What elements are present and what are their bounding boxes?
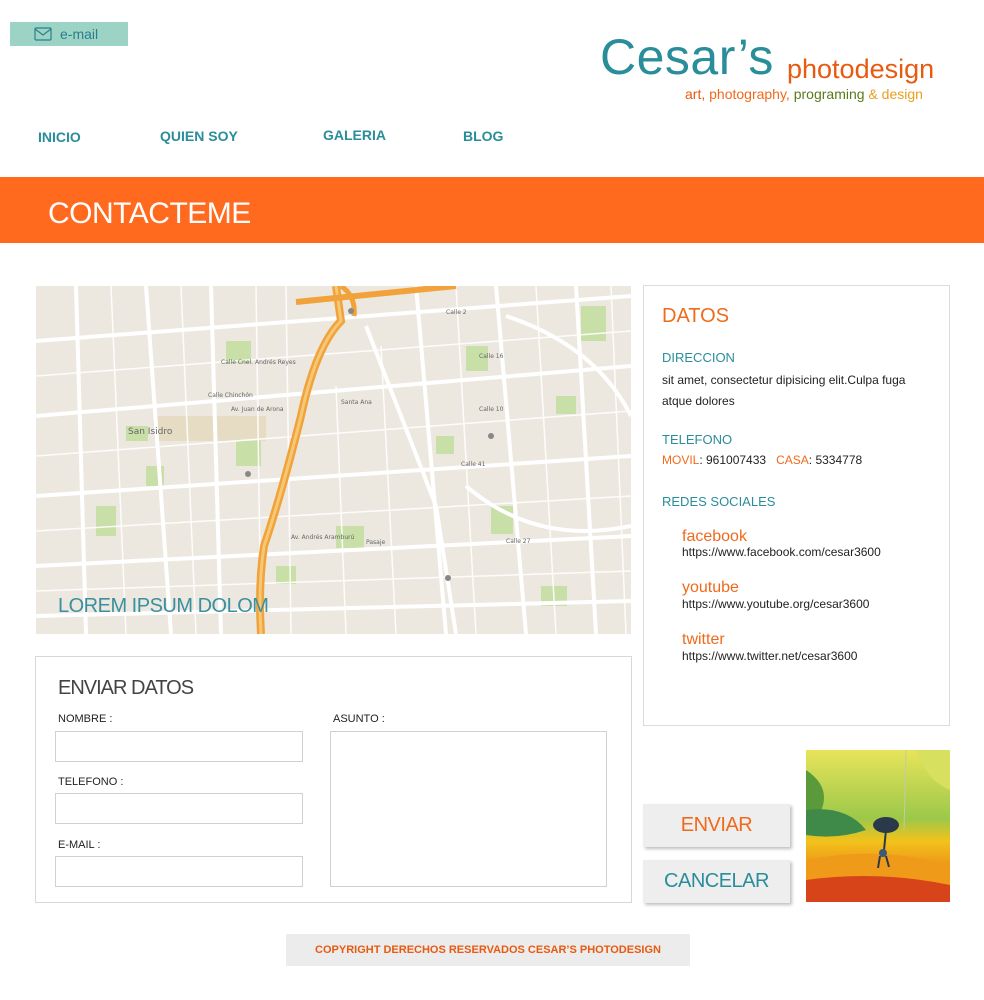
cancelar-button[interactable]: CANCELAR bbox=[643, 860, 790, 903]
svg-text:Calle 41: Calle 41 bbox=[461, 461, 486, 468]
svg-text:Calle Cnel. Andrés Reyes: Calle Cnel. Andrés Reyes bbox=[221, 359, 296, 366]
email-field-label: E-MAIL : bbox=[58, 839, 101, 851]
email-label: e-mail bbox=[60, 26, 99, 42]
asunto-textarea[interactable] bbox=[330, 731, 607, 887]
direccion-label: DIRECCION bbox=[662, 350, 735, 365]
svg-text:Calle 10: Calle 10 bbox=[479, 406, 504, 413]
svg-text:Av. Andrés Aramburú: Av. Andrés Aramburú bbox=[291, 534, 355, 541]
tagline-programing: programing bbox=[793, 86, 865, 102]
social-twitter-name[interactable]: twitter bbox=[682, 631, 725, 649]
logo-tagline: art, photography, programing & design bbox=[685, 87, 923, 101]
footer: COPYRIGHT DERECHOS RESERVADOS CESAR’S PH… bbox=[286, 934, 690, 966]
nav-item-inicio[interactable]: INICIO bbox=[38, 129, 81, 145]
map-caption: LOREM IPSUM DOLOM bbox=[58, 595, 269, 617]
svg-text:Santa Ana: Santa Ana bbox=[341, 399, 372, 406]
copyright-text: COPYRIGHT DERECHOS RESERVADOS CESAR’S PH… bbox=[315, 944, 661, 956]
nombre-input[interactable] bbox=[55, 731, 303, 762]
telefono-label: TELEFONO bbox=[662, 432, 733, 447]
logo-sub: photodesign bbox=[787, 54, 935, 84]
nombre-label: NOMBRE : bbox=[58, 713, 113, 725]
nav-item-blog[interactable]: BLOG bbox=[463, 128, 503, 144]
social-twitter-url[interactable]: https://www.twitter.net/cesar3600 bbox=[682, 649, 857, 663]
redes-label: REDES SOCIALES bbox=[662, 494, 776, 509]
direccion-text: sit amet, consectetur dipisicing elit.Cu… bbox=[662, 373, 906, 408]
social-facebook-name[interactable]: facebook bbox=[682, 528, 747, 546]
movil-label: MOVIL bbox=[662, 453, 700, 467]
svg-text:Calle 2: Calle 2 bbox=[446, 309, 467, 316]
social-youtube-name[interactable]: youtube bbox=[682, 579, 739, 597]
datos-title: DATOS bbox=[662, 305, 730, 327]
svg-text:Pasaje: Pasaje bbox=[366, 539, 385, 546]
svg-text:Calle 16: Calle 16 bbox=[479, 353, 504, 360]
social-facebook-url[interactable]: https://www.facebook.com/cesar3600 bbox=[682, 545, 881, 559]
artwork-image bbox=[806, 750, 950, 902]
svg-text:San Isidro: San Isidro bbox=[128, 427, 173, 437]
casa-label: CASA bbox=[776, 453, 809, 467]
page-title: CONTACTEME bbox=[48, 197, 251, 230]
nav-item-quien-soy[interactable]: QUIEN SOY bbox=[160, 128, 238, 144]
location-map[interactable]: Calle Cnel. Andrés Reyes Calle Chinchón … bbox=[36, 286, 631, 634]
svg-text:Av. Juan de Arona: Av. Juan de Arona bbox=[231, 406, 284, 413]
asunto-label: ASUNTO : bbox=[333, 713, 385, 725]
svg-text:Calle Chinchón: Calle Chinchón bbox=[208, 392, 253, 399]
social-youtube-url[interactable]: https://www.youtube.org/cesar3600 bbox=[682, 597, 869, 611]
telefono-input[interactable] bbox=[55, 793, 303, 824]
tagline-art: art, bbox=[685, 86, 706, 102]
movil-value: : 961007433 bbox=[699, 453, 767, 467]
tagline-photography: photography, bbox=[709, 86, 790, 102]
nav-item-galeria[interactable]: GALERIA bbox=[323, 127, 386, 143]
enviar-button[interactable]: ENVIAR bbox=[643, 804, 790, 847]
map-graphic: Calle Cnel. Andrés Reyes Calle Chinchón … bbox=[36, 286, 631, 634]
casa-value: : 5334778 bbox=[808, 453, 863, 467]
email-button[interactable]: e-mail bbox=[10, 22, 128, 46]
email-input[interactable] bbox=[55, 856, 303, 887]
telefono-field-label: TELEFONO : bbox=[58, 776, 124, 788]
tagline-design: design bbox=[881, 86, 923, 102]
logo-main: Cesar’s bbox=[600, 29, 774, 85]
tagline-amp: & bbox=[868, 86, 878, 102]
envelope-icon bbox=[34, 27, 52, 41]
form-title: ENVIAR DATOS bbox=[58, 677, 194, 699]
svg-text:Calle 27: Calle 27 bbox=[506, 538, 531, 545]
phone-numbers: MOVIL: 961007433 CASA: 5334778 bbox=[662, 453, 862, 467]
